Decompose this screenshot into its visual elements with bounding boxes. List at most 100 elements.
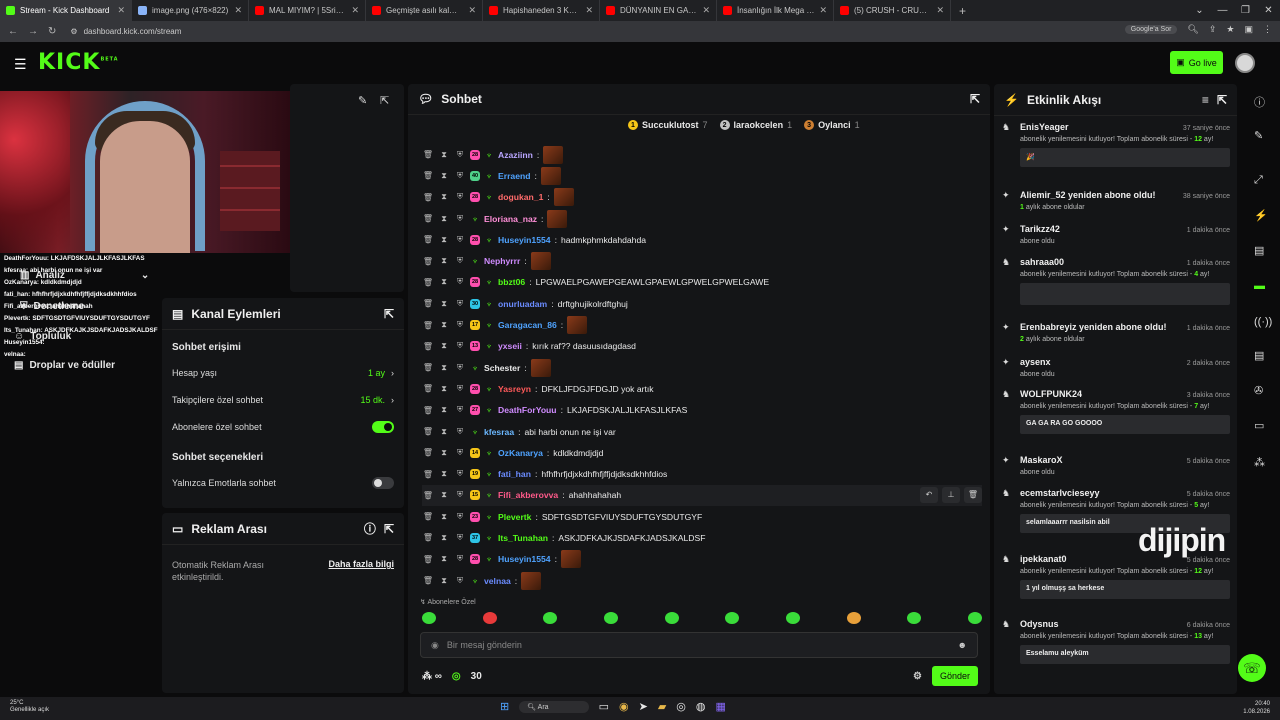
chat-icon[interactable]: ▬	[1254, 280, 1265, 292]
delete-message-icon[interactable]: 🗑︎	[422, 384, 434, 393]
edit-icon[interactable]: ✎	[1254, 129, 1263, 142]
emote-icon[interactable]	[422, 612, 436, 624]
delete-message-icon[interactable]: 🗑︎	[422, 171, 434, 180]
emote-icon[interactable]	[725, 612, 740, 624]
emote-icon[interactable]	[967, 612, 982, 624]
avatar[interactable]	[1235, 53, 1255, 73]
tab-close-icon[interactable]: ✕	[234, 5, 242, 16]
chat-username[interactable]: Eloriana_naz	[484, 214, 537, 224]
tab-close-icon[interactable]: ✕	[819, 5, 827, 16]
emotes-only-toggle[interactable]	[372, 476, 394, 489]
ban-icon[interactable]: ⛨	[454, 384, 466, 394]
account-age-row[interactable]: Hesap yaşı 1 ay ›	[162, 359, 404, 386]
delete-message-icon[interactable]: 🗑︎	[422, 321, 434, 330]
timeout-icon[interactable]: ⧗	[438, 235, 450, 245]
tab-close-icon[interactable]: ✕	[351, 5, 359, 16]
delete-message-icon[interactable]: 🗑︎	[422, 342, 434, 351]
tab-close-icon[interactable]: ✕	[117, 5, 125, 16]
app-icon[interactable]: ➤	[639, 700, 648, 713]
chat-username[interactable]: Huseyin1554	[498, 554, 551, 564]
windows-start-icon[interactable]: ⊞	[500, 700, 509, 713]
timeout-icon[interactable]: ⧗	[438, 384, 450, 394]
chat-username[interactable]: velnaa	[484, 576, 511, 586]
emote-icon[interactable]	[603, 612, 618, 624]
chat-username[interactable]: bbzt06	[498, 277, 525, 287]
popout-icon[interactable]: ⇱	[970, 92, 980, 106]
filter-icon[interactable]: ≡	[1202, 93, 1209, 107]
timeout-icon[interactable]: ⧗	[438, 363, 450, 373]
timeout-icon[interactable]: ⧗	[438, 341, 450, 351]
browser-tab[interactable]: Hapishaneden 3 Kez Kaçan Ada... ✕	[483, 0, 600, 21]
send-button[interactable]: Gönder	[931, 666, 978, 686]
timeout-icon[interactable]: ⧗	[438, 171, 450, 181]
emote-icon[interactable]	[664, 612, 679, 624]
delete-message-icon[interactable]: 🗑︎	[422, 363, 434, 372]
share-icon[interactable]: ⁂	[1254, 456, 1265, 469]
chat-username[interactable]: DeathForYouu	[498, 405, 557, 415]
fullscreen-icon[interactable]: ⤢	[1254, 174, 1263, 187]
delete-message-icon[interactable]: 🗑︎	[422, 512, 434, 521]
browser-tab[interactable]: image.png (476×822) ✕	[132, 0, 249, 21]
ban-icon[interactable]: ⛨	[454, 214, 466, 224]
bookmark-star-icon[interactable]: ★	[1226, 24, 1234, 35]
popout-icon[interactable]: ⇱	[384, 307, 394, 321]
chat-username[interactable]: onurluadam	[498, 299, 547, 309]
tab-close-icon[interactable]: ✕	[936, 5, 944, 16]
tab-close-icon[interactable]: ✕	[468, 5, 476, 16]
gear-icon[interactable]: ⚙	[913, 671, 922, 682]
ban-icon[interactable]: ⛨	[454, 192, 466, 202]
learn-more-link[interactable]: Daha fazla bilgi	[328, 559, 394, 583]
emote-icon[interactable]	[482, 612, 497, 624]
forward-icon[interactable]: →	[28, 26, 38, 37]
timeout-icon[interactable]: ⧗	[438, 256, 450, 266]
delete-message-icon[interactable]: 🗑︎	[422, 299, 434, 308]
google-ask-button[interactable]: Google'a Sor	[1124, 25, 1178, 34]
delete-message-icon[interactable]: 🗑︎	[422, 406, 434, 415]
followers-only-row[interactable]: Takipçilere özel sohbet 15 dk. ›	[162, 386, 404, 413]
timeout-icon[interactable]: ⧗	[438, 576, 450, 586]
chat-username[interactable]: fati_han	[498, 469, 531, 479]
taskbar-search[interactable]: 🔍︎ Ara	[519, 700, 589, 713]
delete-message-icon[interactable]: 🗑︎	[422, 576, 434, 585]
sidebar-item-droplar[interactable]: ▤ Droplar ve ödüller	[14, 360, 115, 371]
emote-icon[interactable]	[846, 612, 861, 624]
system-tray[interactable]: 20:40 1.08.2026	[1243, 700, 1270, 716]
delete-message-icon[interactable]: 🗑︎	[422, 448, 434, 457]
chat-username[interactable]: Its_Tunahan	[498, 533, 548, 543]
timeout-icon[interactable]: ⧗	[438, 277, 450, 287]
timeout-icon[interactable]: ⧗	[438, 405, 450, 415]
ban-icon[interactable]: ⛨	[454, 490, 466, 500]
minimize-button[interactable]: —	[1211, 0, 1234, 21]
chat-username[interactable]: Plevertk	[498, 512, 531, 522]
timeout-icon[interactable]: ⧗	[438, 192, 450, 202]
app-icon-3[interactable]: ◍	[696, 700, 706, 713]
subs-only-toggle[interactable]	[372, 420, 394, 433]
app-icon-4[interactable]: ▦	[716, 700, 726, 713]
browser-tab[interactable]: Stream - Kick Dashboard ✕	[0, 0, 132, 21]
popout-icon[interactable]: ⇱	[380, 94, 389, 107]
ban-icon[interactable]: ⛨	[454, 277, 466, 287]
chat-username[interactable]: Nephyrrr	[484, 256, 520, 266]
chat-username[interactable]: OzKanarya	[498, 448, 543, 458]
delete-message-icon[interactable]: 🗑︎	[422, 150, 434, 159]
reload-icon[interactable]: ↻	[48, 26, 56, 37]
share-icon[interactable]: ⇪	[1209, 24, 1217, 35]
delete-message-icon[interactable]: 🗑︎	[422, 235, 434, 244]
popout-icon[interactable]: ⇱	[384, 522, 394, 536]
layout-icon[interactable]: ▤	[1254, 349, 1264, 362]
info-icon[interactable]: ⓘ	[1254, 94, 1265, 110]
ban-icon[interactable]: ⛨	[454, 256, 466, 266]
broadcast-icon[interactable]: ((·))	[1254, 316, 1272, 328]
reply-icon[interactable]: ↶	[920, 486, 938, 503]
app-icon-2[interactable]: ◎	[676, 700, 686, 713]
ban-icon[interactable]: ⛨	[454, 150, 466, 160]
url-field[interactable]: ⚙ dashboard.kick.com/stream	[70, 27, 181, 36]
ban-icon[interactable]: ⛨	[454, 299, 466, 309]
delete-message-icon[interactable]: 🗑︎	[422, 491, 434, 500]
ban-icon[interactable]: ⛨	[454, 533, 466, 543]
task-view-icon[interactable]: ▭	[599, 700, 609, 713]
timeout-icon[interactable]: ⧗	[438, 554, 450, 564]
timeout-icon[interactable]: ⧗	[438, 512, 450, 522]
popout-icon[interactable]: ⇱	[1217, 93, 1227, 107]
ban-icon[interactable]: ⛨	[454, 405, 466, 415]
